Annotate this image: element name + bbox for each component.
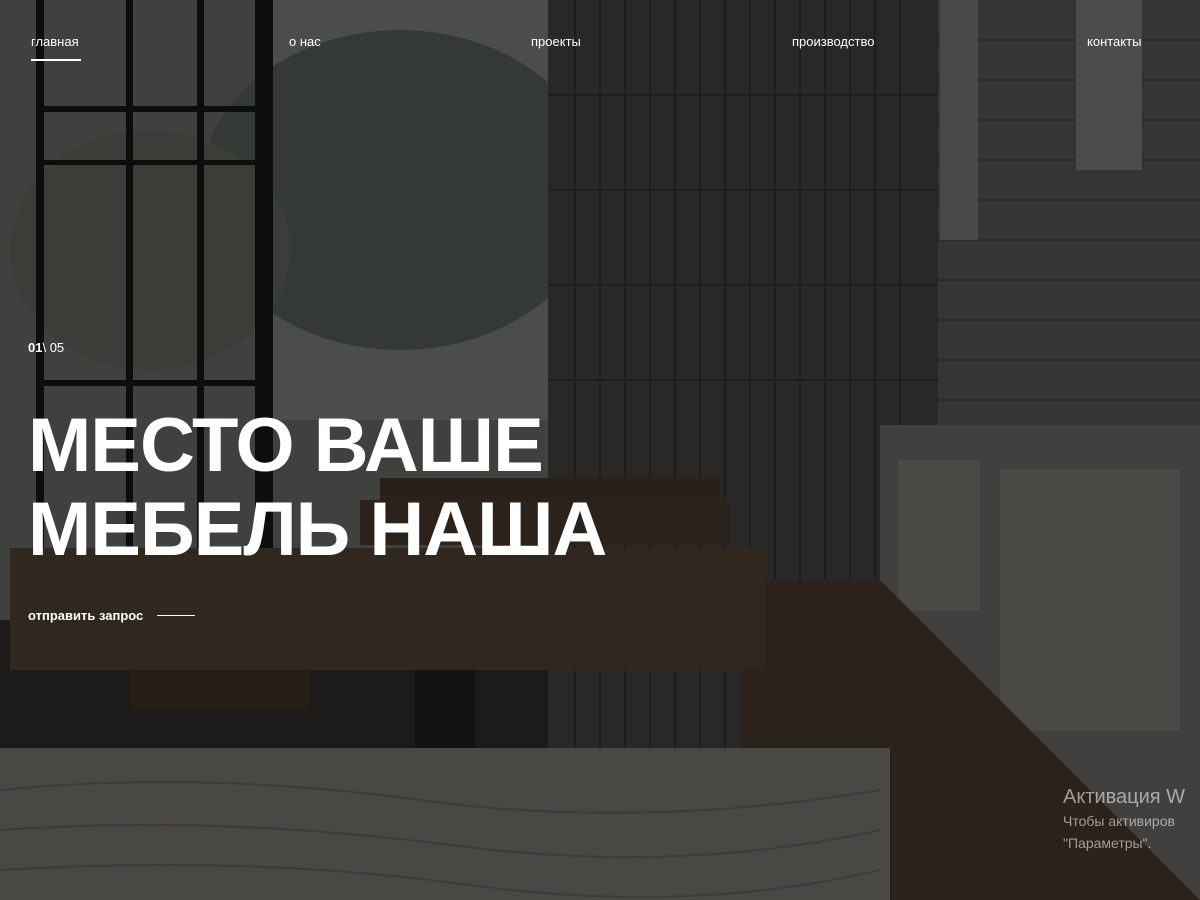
- send-request-button[interactable]: отправить запрос: [28, 608, 196, 623]
- send-request-label: отправить запрос: [28, 608, 144, 623]
- nav-item-contacts[interactable]: контакты: [1087, 34, 1141, 49]
- cta-line-decoration: [157, 615, 196, 616]
- nav-item-production[interactable]: производство: [792, 34, 874, 49]
- slide-counter: 01\ 05: [28, 340, 64, 355]
- slide-current: 01: [28, 340, 43, 355]
- watermark-line-1: Чтобы активиров: [1063, 813, 1175, 829]
- nav-item-home[interactable]: главная: [31, 34, 81, 61]
- slide-total: 05: [46, 340, 65, 355]
- hero-title: МЕСТО ВАШЕ МЕБЕЛЬ НАША: [28, 404, 828, 572]
- watermark-title: Активация W: [1063, 786, 1186, 808]
- hero-title-line-1: МЕСТО ВАШЕ: [28, 403, 544, 488]
- nav-item-about[interactable]: о нас: [289, 34, 321, 49]
- main-navigation: главная о нас проекты производство конта…: [0, 34, 1200, 64]
- hero-title-line-2: МЕБЕЛЬ НАША: [28, 487, 607, 572]
- watermark-line-2: "Параметры".: [1063, 835, 1152, 851]
- windows-activation-watermark: Активация W Чтобы активиров "Параметры".: [1063, 784, 1200, 854]
- nav-item-projects[interactable]: проекты: [531, 34, 581, 49]
